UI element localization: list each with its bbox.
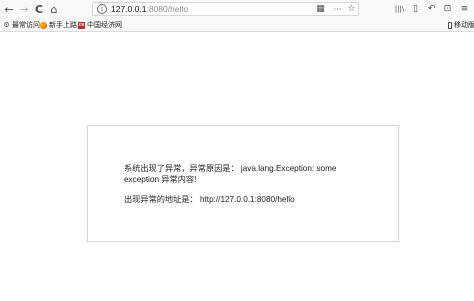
error-address: 出现异常的地址是： http://127.0.0.1:8080/hello (124, 195, 295, 204)
reload-icon: C (34, 2, 44, 16)
browser-toolbar: ← → C ⌂ i 127.0.0.1:8080/hello ▦ ··· ☆ |… (0, 0, 474, 20)
qr-code-icon[interactable]: ▦ (315, 4, 326, 15)
bookmark-mobile[interactable]: 移动版 (448, 19, 474, 31)
forward-button[interactable]: → (17, 2, 31, 16)
forward-arrow-icon: → (19, 2, 29, 16)
bookmark-getting-started[interactable]: 新手上路 (40, 19, 77, 31)
screenshot-icon[interactable]: ⊡ (441, 2, 454, 16)
address-bar[interactable]: i 127.0.0.1:8080/hello ▦ ··· ☆ (92, 2, 359, 16)
page-actions-icon[interactable]: ··· (332, 4, 343, 15)
bookmark-ce-cn[interactable]: ce 中国经济网 (78, 19, 122, 31)
library-icon[interactable]: |||\ (393, 2, 406, 16)
home-icon: ⌂ (50, 2, 58, 16)
firefox-icon (40, 21, 47, 29)
error-message: 系统出现了异常，异常原因是： java.lang.Exception: some… (124, 164, 337, 184)
sidebar-icon[interactable]: ▯ (409, 2, 422, 16)
bookmarks-toolbar: ⚙ 最常访问 新手上路 ce 中国经济网 移动版 (0, 19, 474, 32)
bookmark-star-icon[interactable]: ☆ (346, 4, 357, 15)
gear-icon: ⚙ (3, 21, 10, 29)
url-host: 127.0.0.1 (111, 4, 147, 14)
error-panel: 系统出现了异常，异常原因是： java.lang.Exception: some… (87, 125, 399, 242)
home-button[interactable]: ⌂ (47, 2, 61, 16)
url-text[interactable]: 127.0.0.1:8080/hello (111, 4, 188, 15)
ce-icon: ce (78, 21, 85, 29)
reload-button[interactable]: C (32, 2, 46, 16)
menu-icon[interactable]: ≡ (458, 2, 471, 16)
bookmark-label: 最常访问 (12, 22, 40, 29)
bookmark-label: 中国经济网 (87, 22, 122, 29)
url-path: :8080/hello (146, 4, 189, 14)
bookmark-label: 新手上路 (49, 22, 77, 29)
mobile-icon (448, 21, 452, 29)
site-info-icon[interactable]: i (97, 4, 107, 14)
bookmark-most-visited[interactable]: ⚙ 最常访问 (3, 19, 40, 31)
back-arrow-icon: ← (4, 2, 14, 16)
bookmark-label: 移动版 (454, 22, 474, 29)
back-button[interactable]: ← (2, 2, 16, 16)
undo-icon[interactable]: ↶ (425, 2, 438, 16)
